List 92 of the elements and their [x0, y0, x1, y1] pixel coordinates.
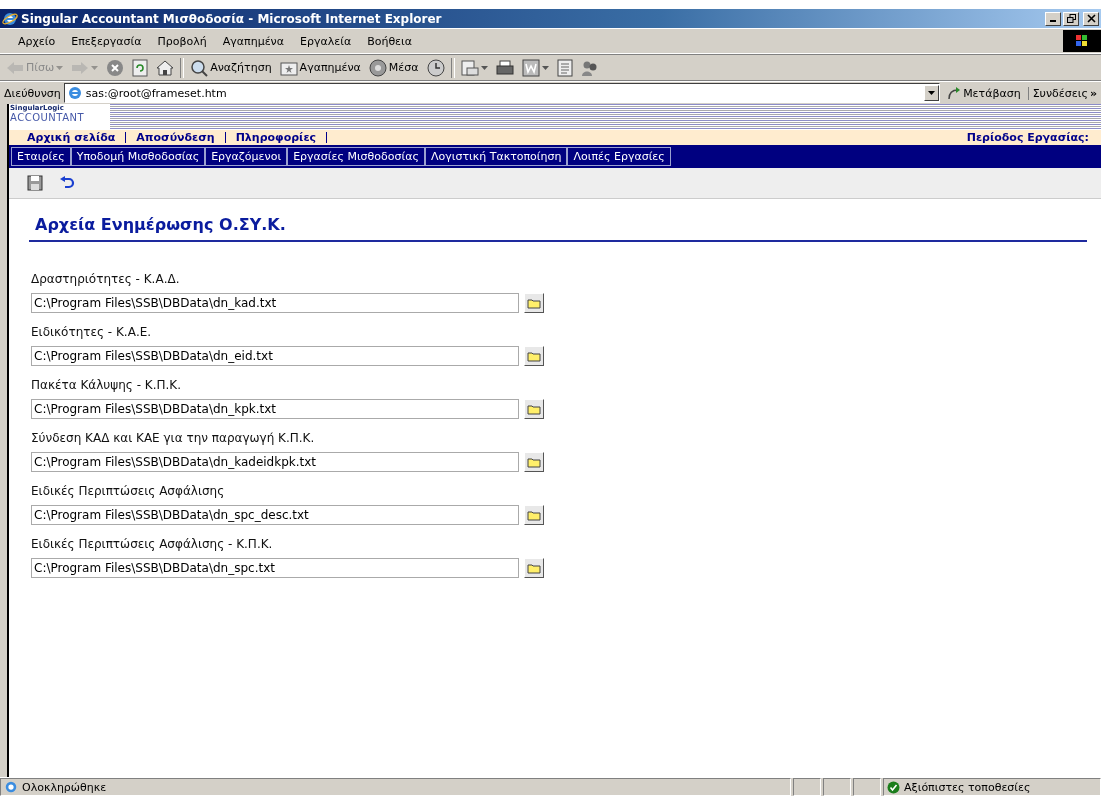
field-label: Δραστηριότητες - Κ.Α.Δ. — [31, 272, 181, 286]
forward-arrow-icon — [71, 60, 90, 75]
nav-tab[interactable]: Εταιρίες — [11, 147, 71, 166]
caret-icon — [928, 91, 936, 95]
caret-icon — [56, 65, 64, 70]
media-button[interactable]: Μέσα — [366, 58, 421, 77]
links-button[interactable]: Συνδέσεις » — [1027, 86, 1101, 100]
menu-item[interactable]: Προβολή — [149, 34, 215, 48]
document-icon — [556, 58, 573, 77]
page-heading: Αρχεία Ενημέρωσης Ο.ΣΥ.Κ. — [29, 215, 1087, 242]
security-zone: Αξιόπιστες τοποθεσίες — [883, 778, 1101, 796]
browse-button[interactable] — [524, 505, 544, 525]
top-link[interactable]: Αρχική σελίδα — [21, 131, 122, 144]
dropdown-button[interactable] — [924, 85, 940, 101]
back-arrow-icon — [6, 60, 24, 75]
windows-logo-icon — [1063, 30, 1101, 52]
menu-item[interactable]: Επεξεργασία — [63, 34, 150, 48]
history-button[interactable] — [424, 58, 447, 77]
folder-icon — [527, 562, 541, 574]
field-label: Πακέτα Κάλυψης - Κ.Π.Κ. — [31, 378, 182, 392]
menu-item[interactable]: Βοήθεια — [359, 34, 421, 48]
check-icon — [887, 780, 900, 794]
nav-tab[interactable]: Λογιστική Τακτοποίηση — [424, 147, 568, 166]
printer-icon — [495, 59, 514, 76]
mail-button[interactable] — [458, 59, 490, 76]
edit-button[interactable] — [519, 58, 551, 77]
discuss-button[interactable] — [554, 58, 575, 77]
search-button[interactable]: Αναζήτηση — [188, 58, 274, 77]
field-label: Ειδικότητες - Κ.Α.Ε. — [31, 325, 153, 339]
browser-icon — [2, 10, 18, 27]
period-label: Περίοδος Εργασίας: — [966, 131, 1090, 144]
refresh-icon — [132, 58, 149, 77]
star-folder-icon — [279, 59, 298, 76]
clock-icon — [426, 58, 445, 77]
status-panel — [793, 778, 821, 796]
nav-tab[interactable]: Λοιπές Εργασίες — [567, 147, 671, 166]
folder-icon — [527, 350, 541, 362]
file-path-field[interactable]: C:\Program Files\SSB\DBData\dn_kad.txt — [31, 293, 519, 313]
file-path-field[interactable]: C:\Program Files\SSB\DBData\dn_spc.txt — [31, 558, 519, 578]
browse-button[interactable] — [524, 399, 544, 419]
field-label: Σύνδεση ΚΑΔ και ΚΑΕ για την παραγωγή Κ.Π.Κ. — [31, 431, 316, 445]
browse-button[interactable] — [524, 452, 544, 472]
file-path-field[interactable]: C:\Program Files\SSB\DBData\dn_spc_desc.txt — [31, 505, 519, 525]
search-icon — [190, 58, 209, 77]
caret-icon — [480, 65, 488, 70]
field-label: Ειδικές Περιπτώσεις Ασφάλισης — [31, 484, 226, 498]
folder-icon — [527, 297, 541, 309]
window-title: Singular Accountant Μισθοδοσία - Microsoft Internet Explorer — [21, 11, 442, 26]
nav-tab[interactable]: Εργασίες Μισθοδοσίας — [287, 147, 425, 166]
top-link[interactable]: Αποσύνδεση — [130, 131, 221, 144]
minimize-button[interactable] — [1045, 11, 1061, 26]
restore-button[interactable] — [1063, 11, 1079, 26]
browse-button[interactable] — [524, 346, 544, 366]
nav-tab[interactable]: Υποδομή Μισθοδοσίας — [70, 147, 206, 166]
status-text: Ολοκληρώθηκε — [0, 778, 791, 796]
close-icon — [1086, 14, 1096, 23]
undo-icon[interactable] — [59, 176, 75, 190]
folder-icon — [527, 403, 541, 415]
field-label: Ειδικές Περιπτώσεις Ασφάλισης - Κ.Π.Κ. — [31, 537, 274, 551]
edit-icon — [521, 58, 540, 77]
menu-item[interactable]: Αρχείο — [10, 34, 64, 48]
nav-tab[interactable]: Εργαζόμενοι — [205, 147, 288, 166]
menu-item[interactable]: Εργαλεία — [292, 34, 360, 48]
go-arrow-icon — [947, 86, 962, 100]
save-icon[interactable] — [27, 175, 43, 191]
page-icon — [4, 780, 18, 794]
browse-button[interactable] — [524, 293, 544, 313]
caret-icon — [91, 65, 99, 70]
address-label: Διεύθυνση — [4, 86, 61, 100]
address-field[interactable]: sas:@root@frameset.htm — [63, 83, 941, 103]
stop-icon — [106, 58, 125, 77]
disc-icon — [368, 58, 387, 77]
minimize-icon — [1050, 20, 1056, 22]
status-panel — [823, 778, 851, 796]
caret-icon — [541, 65, 549, 70]
restore-icon — [1066, 14, 1076, 23]
favorites-button[interactable]: Αγαπημένα — [277, 59, 363, 76]
close-button[interactable] — [1083, 11, 1099, 26]
refresh-button[interactable] — [130, 58, 151, 77]
menu-item[interactable]: Αγαπημένα — [214, 34, 292, 48]
folder-icon — [527, 456, 541, 468]
print-button[interactable] — [493, 59, 516, 76]
browse-button[interactable] — [524, 558, 544, 578]
go-button[interactable]: Μετάβαση — [943, 86, 1025, 100]
file-path-field[interactable]: C:\Program Files\SSB\DBData\dn_kadeidkpk.txt — [31, 452, 519, 472]
folder-icon — [527, 509, 541, 521]
top-link[interactable]: Πληροφορίες — [229, 131, 323, 144]
file-path-field[interactable]: C:\Program Files\SSB\DBData\dn_kpk.txt — [31, 399, 519, 419]
home-icon — [156, 59, 175, 76]
file-path-field[interactable]: C:\Program Files\SSB\DBData\dn_eid.txt — [31, 346, 519, 366]
page-icon — [66, 85, 83, 101]
status-panel — [853, 778, 881, 796]
